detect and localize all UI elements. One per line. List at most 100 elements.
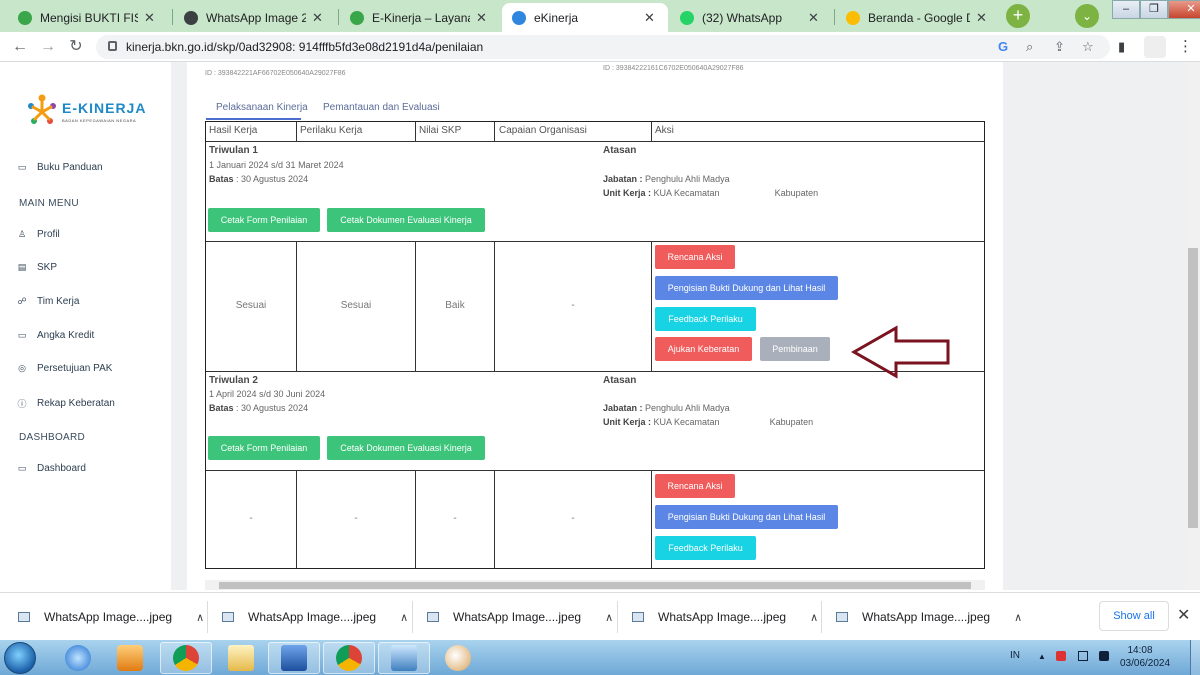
horizontal-scrollbar[interactable] (205, 580, 985, 590)
sidebar-item-profil[interactable]: ♙ Profil (16, 229, 60, 240)
tab-mengisi-bukti[interactable]: Mengisi BUKTI FISIK da ✕ (8, 3, 168, 32)
profile-avatar[interactable] (1144, 36, 1166, 58)
show-all-downloads-button[interactable]: Show all (1099, 601, 1169, 631)
sidebar-item-rekap-keberatan[interactable]: ⓘ Rekap Keberatan (16, 397, 115, 410)
tab-google-drive[interactable]: Beranda - Google Drive ✕ (836, 3, 1000, 32)
sidebar-item-label: Rekap Keberatan (37, 398, 115, 409)
new-tab-button[interactable]: + (1006, 4, 1030, 28)
divider (207, 601, 208, 633)
unit-kerja-label: Unit Kerja : (603, 417, 652, 427)
close-window-button[interactable]: ✕ (1168, 0, 1200, 19)
info-circle-icon: ⓘ (17, 399, 27, 409)
tab-close-icon[interactable]: ✕ (144, 10, 158, 26)
pengisian-bukti-dukung-button[interactable]: Pengisian Bukti Dukung dan Lihat Hasil (655, 276, 838, 300)
bookmark-star-icon[interactable]: ☆ (1082, 39, 1094, 55)
sidebar-item-persetujuan-pak[interactable]: ◎ Persetujuan PAK (16, 363, 112, 374)
tray-expand-icon[interactable]: ▲ (1038, 652, 1046, 661)
tab-pelaksanaan-kinerja[interactable]: Pelaksanaan Kinerja (216, 102, 308, 113)
input-language[interactable]: IN (1010, 650, 1020, 661)
tab-whatsapp[interactable]: (32) WhatsApp ✕ (670, 3, 832, 32)
side-panel-icon[interactable]: ▮ (1118, 39, 1125, 55)
download-item[interactable]: WhatsApp Image....jpeg ∧ (222, 605, 408, 629)
address-bar[interactable]: kinerja.bkn.go.id/skp/0ad32908: 914fffb5… (96, 35, 1110, 59)
cetak-form-penilaian-button[interactable]: Cetak Form Penilaian (208, 436, 320, 460)
chevron-up-icon[interactable]: ∧ (605, 611, 613, 624)
tab-close-icon[interactable]: ✕ (976, 10, 990, 26)
minimize-button[interactable]: – (1112, 0, 1140, 19)
download-item[interactable]: WhatsApp Image....jpeg ∧ (836, 605, 1022, 629)
cetak-dokumen-evaluasi-button[interactable]: Cetak Dokumen Evaluasi Kinerja (327, 436, 485, 460)
maximize-button[interactable]: ❐ (1140, 0, 1168, 19)
feedback-perilaku-button[interactable]: Feedback Perilaku (655, 307, 756, 331)
ekinerja-logo[interactable]: E-KINERJA BADAN KEPEGAWAIAN NEGARA (24, 92, 154, 132)
back-button[interactable]: ← (10, 37, 30, 57)
download-item[interactable]: WhatsApp Image....jpeg ∧ (632, 605, 818, 629)
tab-search-button[interactable]: ⌄ (1075, 4, 1099, 28)
table-line (206, 241, 984, 242)
capaian-organisasi-value: - (571, 300, 575, 311)
pengisian-bukti-dukung-button[interactable]: Pengisian Bukti Dukung dan Lihat Hasil (655, 505, 838, 529)
media-player-taskbar-icon[interactable] (104, 642, 156, 674)
rencana-aksi-button[interactable]: Rencana Aksi (655, 474, 735, 498)
perilaku-kerja-value: Sesuai (340, 300, 372, 311)
action-center-flag-icon[interactable] (1056, 651, 1066, 661)
jabatan-value: Penghulu Ahli Madya (642, 174, 730, 184)
reload-button[interactable]: ↻ (66, 37, 86, 57)
internet-explorer-taskbar-icon[interactable] (52, 642, 104, 674)
share-icon[interactable]: ⇪ (1054, 39, 1065, 55)
horizontal-scrollbar-thumb[interactable] (219, 582, 971, 589)
word-taskbar-icon[interactable] (268, 642, 320, 674)
start-button[interactable] (4, 642, 36, 674)
lock-icon[interactable] (108, 41, 117, 51)
cetak-form-penilaian-button[interactable]: Cetak Form Penilaian (208, 208, 320, 232)
explorer-taskbar-icon[interactable] (215, 642, 267, 674)
table-line (206, 470, 984, 471)
tab-close-icon[interactable]: ✕ (808, 10, 822, 26)
paint-taskbar-icon[interactable] (432, 642, 484, 674)
vertical-scrollbar-thumb[interactable] (1188, 248, 1198, 528)
sidebar-item-buku-panduan[interactable]: ▭ Buku Panduan (16, 162, 103, 173)
ajukan-keberatan-button[interactable]: Ajukan Keberatan (655, 337, 752, 361)
sidebar-item-skp[interactable]: ▤ SKP (16, 262, 57, 273)
cetak-dokumen-evaluasi-button[interactable]: Cetak Dokumen Evaluasi Kinerja (327, 208, 485, 232)
zoom-icon[interactable]: ⌕ (1026, 39, 1033, 55)
tab-close-icon[interactable]: ✕ (476, 10, 490, 26)
forward-button[interactable]: → (38, 37, 58, 57)
download-item[interactable]: WhatsApp Image....jpeg ∧ (18, 605, 204, 629)
system-clock[interactable]: 14:08 03/06/2024 (1120, 644, 1170, 670)
url-text[interactable]: kinerja.bkn.go.id/skp/0ad32908: 914fffb5… (126, 40, 483, 54)
atasan-label: Atasan (603, 145, 637, 156)
rencana-aksi-button[interactable]: Rencana Aksi (655, 245, 735, 269)
tab-pemantauan-evaluasi[interactable]: Pemantauan dan Evaluasi (323, 102, 440, 113)
sidebar-item-angka-kredit[interactable]: ▭ Angka Kredit (16, 330, 95, 341)
chevron-up-icon[interactable]: ∧ (196, 611, 204, 624)
tab-close-icon[interactable]: ✕ (312, 10, 326, 26)
sidebar-item-dashboard[interactable]: ▭ Dashboard (16, 463, 86, 474)
close-downloads-icon[interactable]: ✕ (1177, 605, 1190, 625)
volume-muted-icon[interactable] (1099, 651, 1109, 661)
chevron-up-icon[interactable]: ∧ (1014, 611, 1022, 624)
google-lens-icon[interactable]: G (998, 39, 1008, 54)
chevron-up-icon[interactable]: ∧ (400, 611, 408, 624)
download-item[interactable]: WhatsApp Image....jpeg ∧ (427, 605, 613, 629)
header-hasil-kerja: Hasil Kerja (209, 125, 258, 136)
feedback-perilaku-button[interactable]: Feedback Perilaku (655, 536, 756, 560)
header-aksi: Aksi (655, 125, 674, 136)
pembinaan-button[interactable]: Pembinaan (760, 337, 830, 361)
network-icon[interactable] (1078, 651, 1088, 661)
chrome-taskbar-icon[interactable] (160, 642, 212, 674)
tab-close-icon[interactable]: ✕ (644, 10, 658, 26)
deadline-value: : 30 Agustus 2024 (233, 403, 309, 413)
tab-ekinerja[interactable]: eKinerja ✕ (502, 3, 668, 32)
show-desktop-button[interactable] (1190, 640, 1200, 675)
menu-kebab-icon[interactable]: ⋮ (1178, 37, 1193, 55)
tab-ekinerja-layanan[interactable]: E-Kinerja – Layanan KU ✕ (340, 3, 500, 32)
chevron-up-icon[interactable]: ∧ (810, 611, 818, 624)
chrome-window-taskbar-icon[interactable] (323, 642, 375, 674)
tab-whatsapp-image[interactable]: WhatsApp Image 2024 ✕ (174, 3, 336, 32)
vertical-scrollbar[interactable] (1186, 62, 1200, 590)
download-filename: WhatsApp Image....jpeg (248, 610, 377, 624)
photo-viewer-taskbar-icon[interactable] (378, 642, 430, 674)
period-range: 1 April 2024 s/d 30 Juni 2024 (209, 389, 326, 399)
sidebar-item-tim-kerja[interactable]: ☍ Tim Kerja (16, 296, 79, 307)
